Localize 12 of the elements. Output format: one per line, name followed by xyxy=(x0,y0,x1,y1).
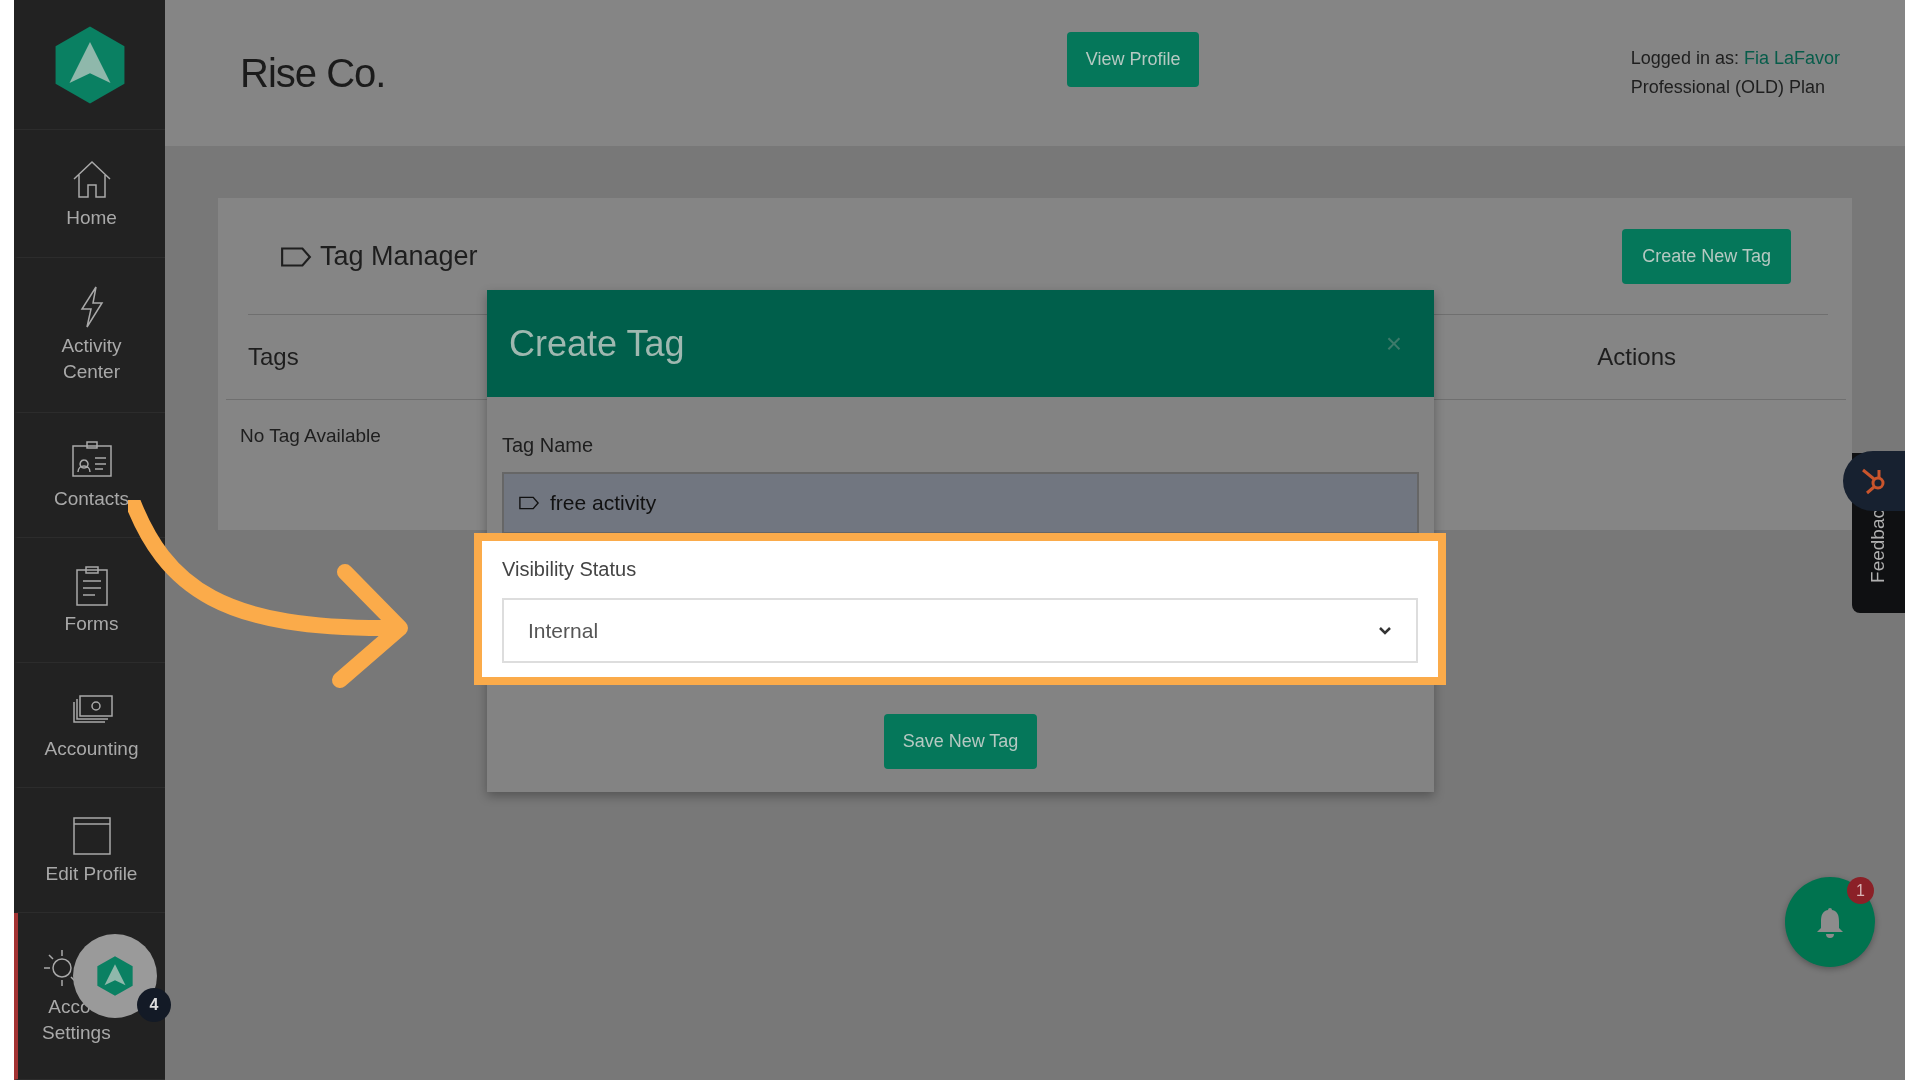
tag-name-field[interactable]: free activity xyxy=(502,472,1419,534)
plan-text: Professional (OLD) Plan xyxy=(1630,76,1826,99)
column-header: Actions xyxy=(1597,342,1676,372)
empty-message: No Tag Available xyxy=(240,424,381,448)
visibility-select[interactable]: Internal xyxy=(502,598,1418,663)
field-label: Tag Name xyxy=(502,433,595,458)
logged-in-text: Logged in as: Fia LaFavor xyxy=(1630,47,1840,70)
column-header: Tags xyxy=(248,342,299,372)
card-title: Tag Manager xyxy=(320,240,478,274)
company-name: Rise Co. xyxy=(240,50,386,97)
field-label: Visibility Status xyxy=(502,557,638,582)
dialog-title: Create Tag xyxy=(509,321,685,366)
